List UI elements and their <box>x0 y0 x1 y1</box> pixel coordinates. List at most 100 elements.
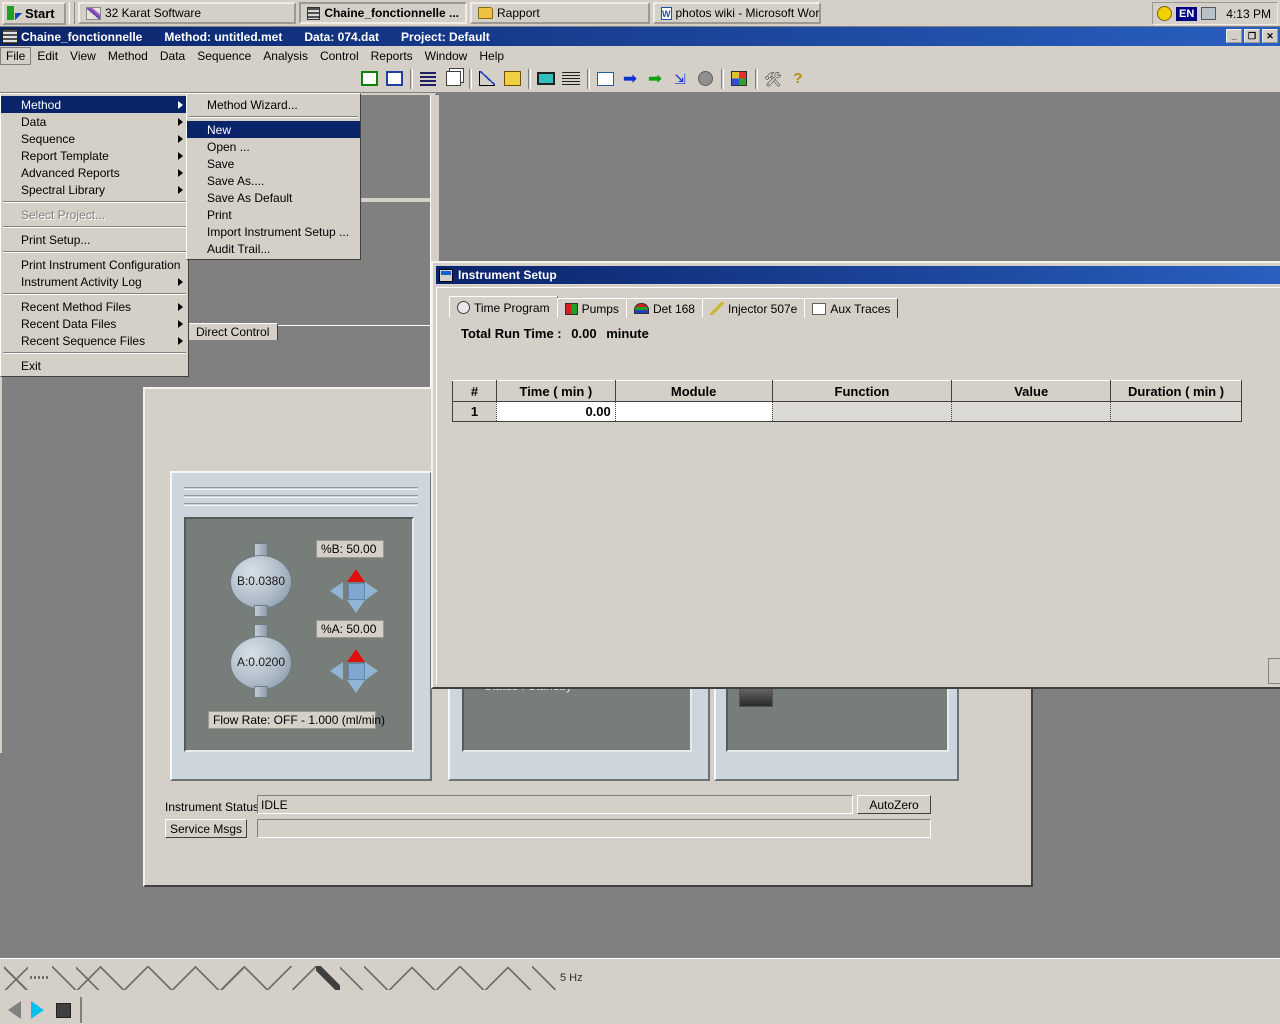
arrow-left-icon[interactable] <box>330 662 343 680</box>
service-msgs-button[interactable]: Service Msgs <box>165 819 247 838</box>
network-disconnected-icon[interactable] <box>1201 7 1217 20</box>
menu-item-method[interactable]: Method <box>1 96 188 113</box>
menu-item-instrument-activity-log[interactable]: Instrument Activity Log <box>1 273 188 290</box>
peak-integration-event-icon[interactable] <box>436 965 460 990</box>
peak-integration-event-icon[interactable] <box>124 965 148 990</box>
help-icon[interactable]: ? <box>786 67 810 90</box>
menu-item-open[interactable]: Open ... <box>187 138 360 155</box>
tab-direct-control[interactable]: Direct Control <box>187 323 279 340</box>
peak-integration-event-icon[interactable] <box>52 965 76 990</box>
peak-integration-event-icon[interactable] <box>220 965 244 990</box>
menu-item-new[interactable]: New <box>187 121 360 138</box>
setup-vertical-scrollbar[interactable] <box>1268 658 1280 684</box>
copy-pages-icon[interactable] <box>441 67 465 90</box>
back-arrow-icon[interactable] <box>8 1001 21 1019</box>
restore-button[interactable]: ❐ <box>1244 29 1260 43</box>
autozero-button[interactable]: AutoZero <box>857 795 931 814</box>
menu-control[interactable]: Control <box>314 47 365 65</box>
chromatogram-icon[interactable] <box>593 67 617 90</box>
menu-help[interactable]: Help <box>473 47 510 65</box>
taskbar-item-rapport[interactable]: Rapport <box>470 2 650 24</box>
language-indicator[interactable]: EN <box>1176 6 1198 21</box>
menu-item-save-as[interactable]: Save As.... <box>187 172 360 189</box>
cell-duration[interactable] <box>1110 401 1242 422</box>
peak-integration-event-icon[interactable] <box>28 965 52 990</box>
menu-analysis[interactable]: Analysis <box>257 47 314 65</box>
cell-time[interactable]: 0.00 <box>496 401 616 422</box>
menu-item-method-wizard[interactable]: Method Wizard... <box>187 96 360 113</box>
taskbar-item-karat[interactable]: 32 Karat Software <box>78 2 296 24</box>
tab-pumps[interactable]: Pumps <box>556 298 627 318</box>
instrument-setup-titlebar[interactable]: Instrument Setup <box>436 266 1280 284</box>
menu-item-recent-sequence-files[interactable]: Recent Sequence Files <box>1 332 188 349</box>
menu-item-sequence[interactable]: Sequence <box>1 130 188 147</box>
menu-window[interactable]: Window <box>419 47 474 65</box>
window-titlebar[interactable]: Chaine_fonctionnelle Method: untitled.me… <box>0 27 1280 46</box>
clock[interactable]: 4:13 PM <box>1220 7 1273 21</box>
cell-function[interactable] <box>772 401 953 422</box>
percent-b-display[interactable]: %B: 50.00 <box>316 540 384 558</box>
arrow-up-icon[interactable] <box>347 569 365 582</box>
percent-a-stepper[interactable] <box>330 649 382 693</box>
tab-aux-traces[interactable]: Aux Traces <box>804 298 899 318</box>
cell-value[interactable] <box>951 401 1112 422</box>
file-menu[interactable]: Method Data Sequence Report Template Adv… <box>0 93 189 377</box>
peak-integration-event-icon[interactable] <box>196 965 220 990</box>
menu-sequence[interactable]: Sequence <box>191 47 257 65</box>
menu-item-print-instrument-configuration[interactable]: Print Instrument Configuration <box>1 256 188 273</box>
tab-time-program[interactable]: Time Program <box>449 296 558 318</box>
menu-item-audit-trail[interactable]: Audit Trail... <box>187 240 360 257</box>
menu-item-report-template[interactable]: Report Template <box>1 147 188 164</box>
calibration-curve-icon[interactable] <box>475 67 499 90</box>
peak-integration-event-icon[interactable] <box>340 965 364 990</box>
menu-item-save-as-default[interactable]: Save As Default <box>187 189 360 206</box>
open-method-icon[interactable] <box>382 67 406 90</box>
new-method-icon[interactable] <box>357 67 381 90</box>
stop-run-icon[interactable] <box>693 67 717 90</box>
peak-integration-event-icon[interactable] <box>364 965 388 990</box>
menu-file[interactable]: File <box>0 46 32 65</box>
peak-integration-event-icon[interactable] <box>76 965 100 990</box>
save-disk-icon[interactable] <box>56 1002 71 1018</box>
minimize-button[interactable]: _ <box>1226 29 1242 43</box>
peak-integration-event-icon[interactable] <box>244 965 268 990</box>
arrow-right-icon[interactable] <box>365 582 378 600</box>
peak-integration-event-icon[interactable] <box>532 965 556 990</box>
menu-reports[interactable]: Reports <box>365 47 419 65</box>
sequence-run-icon[interactable]: ⇲ <box>668 67 692 90</box>
calculator-icon[interactable] <box>534 67 558 90</box>
taskbar-grip[interactable] <box>69 2 75 24</box>
menu-edit[interactable]: Edit <box>31 47 64 65</box>
tab-injector-507e[interactable]: Injector 507e <box>701 298 806 318</box>
run-arrow-icon[interactable] <box>31 1001 44 1019</box>
menu-item-save[interactable]: Save <box>187 155 360 172</box>
method-submenu[interactable]: Method Wizard... New Open ... Save Save … <box>186 93 361 260</box>
menu-item-advanced-reports[interactable]: Advanced Reports <box>1 164 188 181</box>
tools-icon[interactable]: 🛠 <box>761 67 785 90</box>
menu-item-recent-method-files[interactable]: Recent Method Files <box>1 298 188 315</box>
menu-item-spectral-library[interactable]: Spectral Library <box>1 181 188 198</box>
menu-item-import-instrument-setup[interactable]: Import Instrument Setup ... <box>187 223 360 240</box>
batch-run-icon[interactable]: ➡ <box>643 67 667 90</box>
instrument-setup-icon[interactable] <box>727 67 751 90</box>
menu-item-print-setup[interactable]: Print Setup... <box>1 231 188 248</box>
peak-integration-event-icon[interactable] <box>460 965 484 990</box>
peak-integration-event-icon[interactable] <box>292 965 316 990</box>
percent-b-stepper[interactable] <box>330 569 382 613</box>
menu-method[interactable]: Method <box>102 47 154 65</box>
table-row[interactable]: 1 0.00 <box>452 401 1242 422</box>
peak-integration-event-icon[interactable] <box>268 965 292 990</box>
peak-integration-event-icon[interactable] <box>388 965 412 990</box>
menu-item-data[interactable]: Data <box>1 113 188 130</box>
peak-integration-event-icon[interactable] <box>100 965 124 990</box>
peak-integration-event-icon[interactable] <box>484 965 508 990</box>
integration-icon[interactable] <box>559 67 583 90</box>
peak-integration-event-icon[interactable] <box>508 965 532 990</box>
sequence-list-icon[interactable] <box>416 67 440 90</box>
close-button[interactable]: ✕ <box>1262 29 1278 43</box>
arrow-up-icon[interactable] <box>347 649 365 662</box>
percent-a-display[interactable]: %A: 50.00 <box>316 620 384 638</box>
peak-integration-event-icon[interactable] <box>172 965 196 990</box>
volume-muted-icon[interactable] <box>1157 6 1173 21</box>
single-run-icon[interactable]: ➡ <box>618 67 642 90</box>
